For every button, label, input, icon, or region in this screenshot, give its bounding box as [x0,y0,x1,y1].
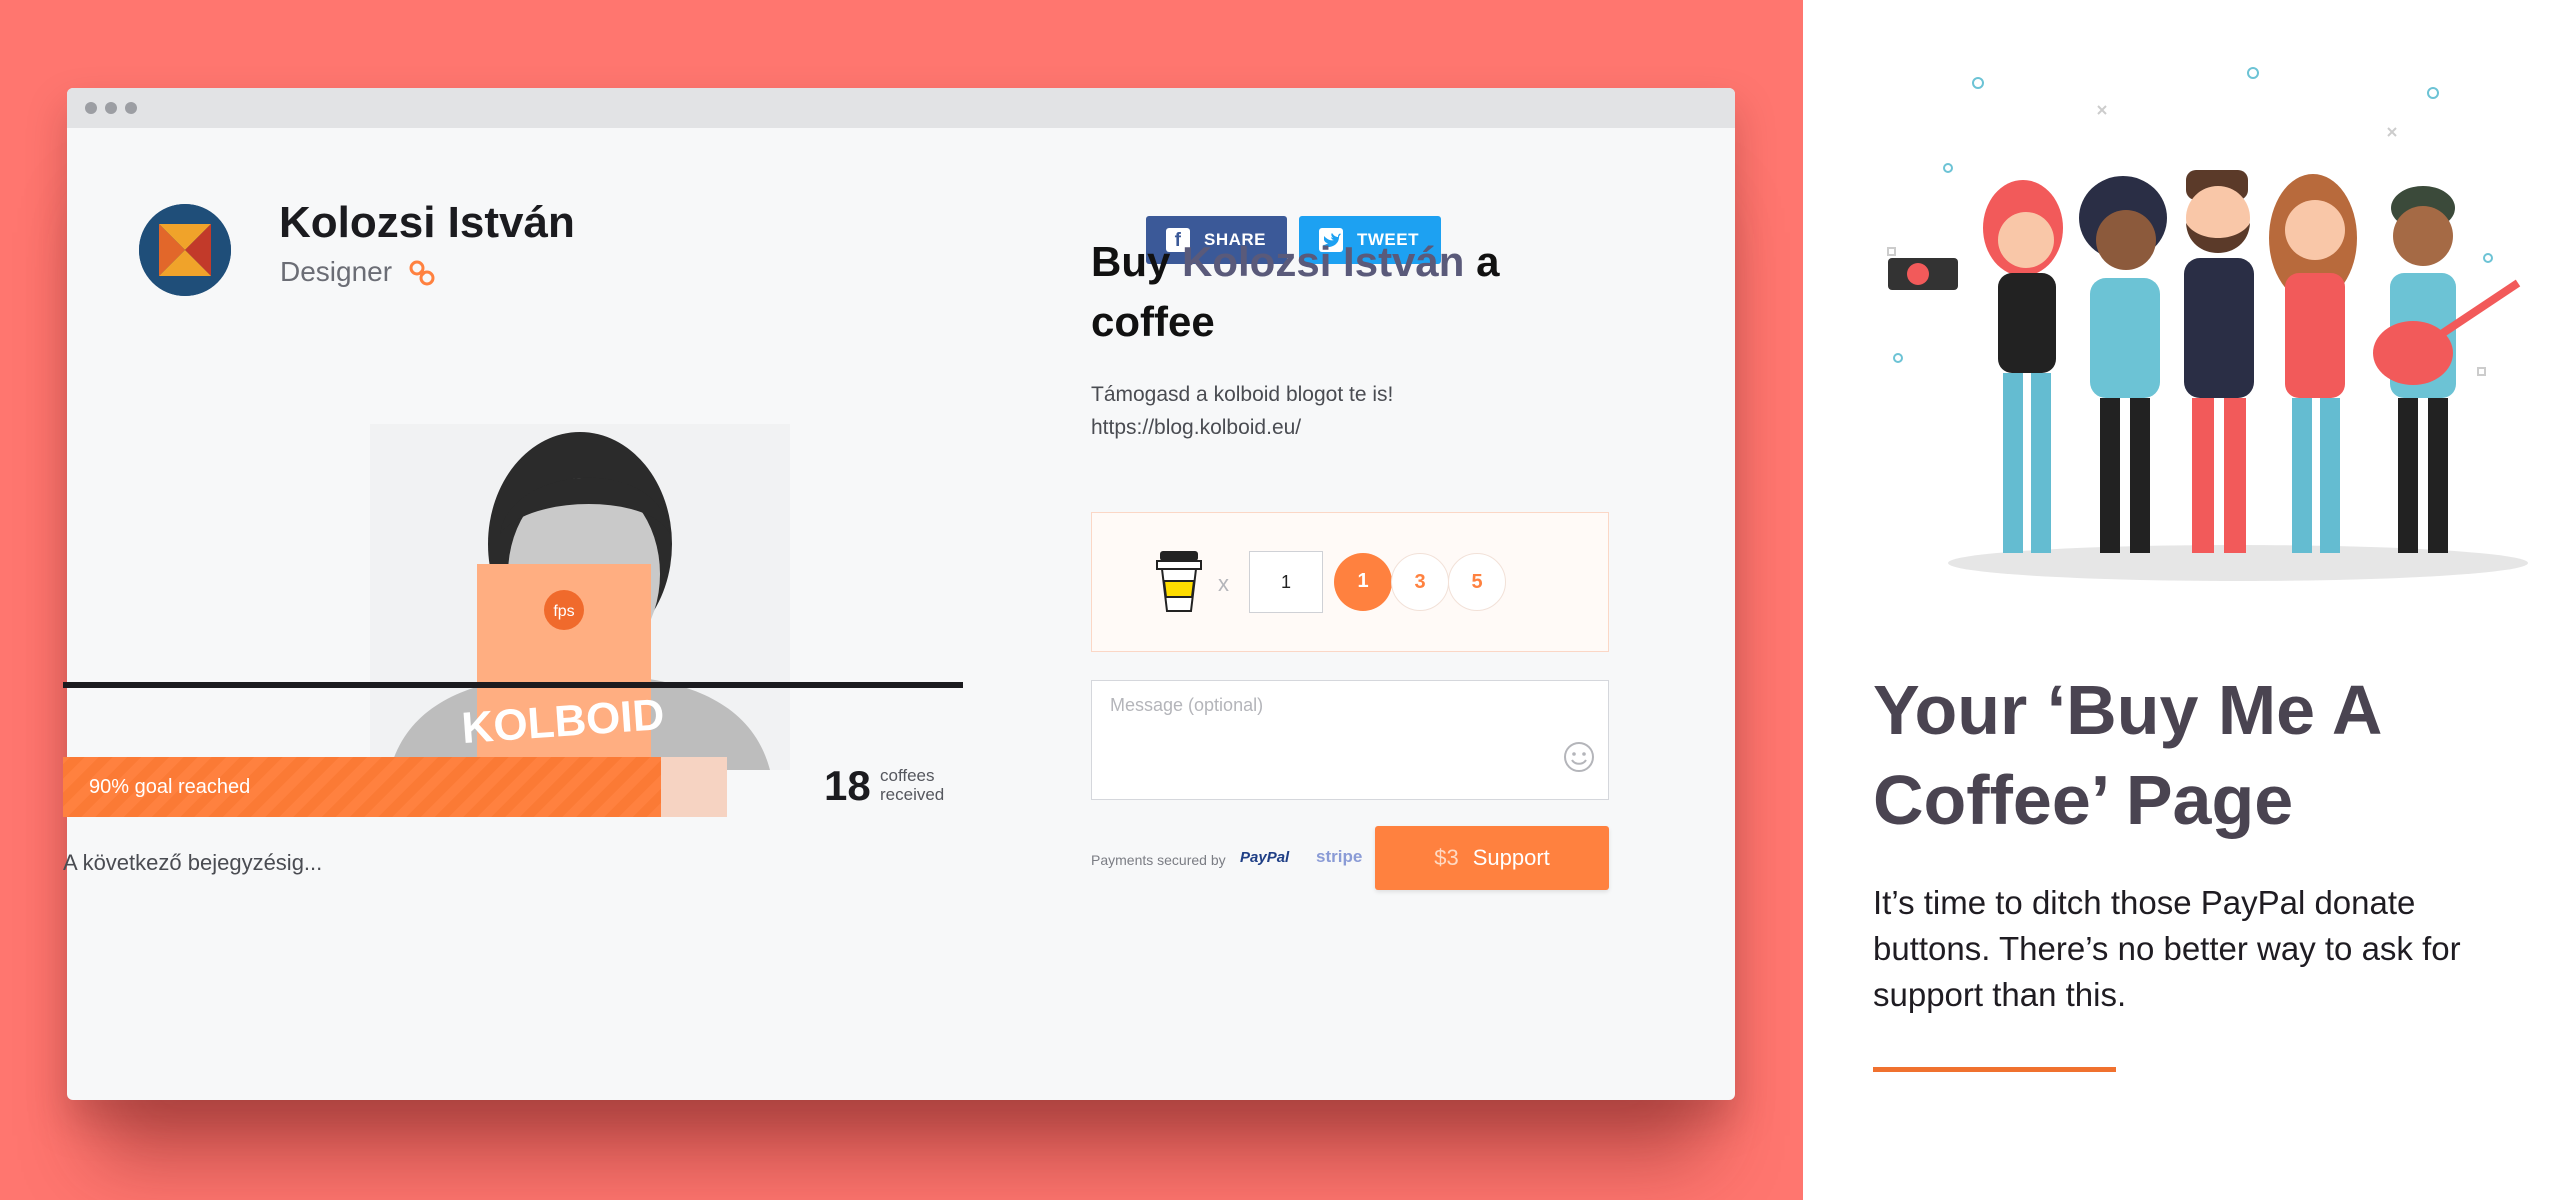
quantity-input[interactable] [1249,551,1323,613]
coffee-count-label-line1: coffees [880,766,935,785]
creator-photo: fps KOLBOID [370,424,790,770]
book-logo-text: fps [553,603,574,620]
coffee-quantity-box: x 1 3 5 [1091,512,1609,652]
quantity-option-3[interactable]: 3 [1391,553,1449,611]
times-symbol: x [1218,571,1229,596]
paypal-logo: PayPal [1240,849,1290,866]
emoji-icon[interactable] [1562,740,1596,774]
photo-divider [63,682,963,688]
buy-heading-name: Kolozsi István [1182,238,1465,285]
creator-name: Kolozsi István [279,198,575,247]
buy-heading: Buy Kolozsi István a coffee [1091,232,1611,352]
window-dot [85,102,97,114]
quantity-option-1[interactable]: 1 [1334,553,1392,611]
description-link[interactable]: https://blog.kolboid.eu/ [1091,411,1571,444]
message-field[interactable] [1091,680,1609,800]
buy-heading-prefix: Buy [1091,238,1171,285]
creator-role: Designer [280,256,393,287]
panel-title: Your ‘Buy Me A Coffee’ Page [1873,671,2380,839]
support-label: Support [1472,845,1550,870]
support-button[interactable]: $3 Support [1375,826,1609,890]
link-icon[interactable] [407,258,437,288]
window-dot [125,102,137,114]
window-dot [105,102,117,114]
payments-secured-label: Payments secured by [1091,852,1226,868]
coffee-count-label-line2: received [880,785,945,804]
avatar[interactable] [139,204,231,296]
panel-accent-rule [1873,1067,2116,1072]
panel-text: It’s time to ditch those PayPal donate b… [1873,884,2461,1013]
coffee-cup-icon [1156,551,1202,612]
goal-progress-bar: 90% goal reached [63,757,727,817]
support-price: $3 [1434,845,1459,870]
next-post-text: A következő bejegyzésig... [63,850,323,875]
coffee-count: 18 [824,762,871,809]
description-line1: Támogasd a kolboid blogot te is! [1091,383,1394,406]
browser-title-bar [67,88,1735,128]
team-illustration [1887,67,2528,581]
coffee-count-label: coffees received [880,766,944,804]
goal-progress-label: 90% goal reached [89,776,251,798]
quantity-option-5[interactable]: 5 [1448,553,1506,611]
stripe-logo: stripe [1316,847,1363,866]
page-description: Támogasd a kolboid blogot te is! https:/… [1091,378,1571,444]
